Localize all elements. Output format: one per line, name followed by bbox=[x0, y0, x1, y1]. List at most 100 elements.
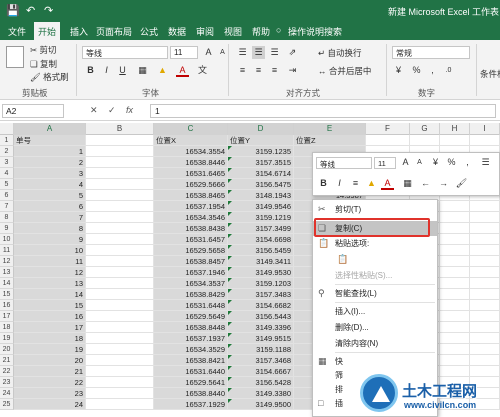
row-header[interactable]: 24 bbox=[0, 388, 14, 399]
cell-d-21[interactable]: 3157.3468 bbox=[228, 355, 294, 366]
number-format-combo[interactable]: 常规 bbox=[392, 46, 470, 59]
cell-b-21[interactable] bbox=[86, 355, 154, 366]
cell-c-17[interactable]: 16529.5649 bbox=[154, 311, 228, 322]
cell-a-19[interactable]: 18 bbox=[14, 333, 86, 344]
cell-b-13[interactable] bbox=[86, 267, 154, 278]
cell-b-6[interactable] bbox=[86, 190, 154, 201]
cell-h-15[interactable] bbox=[440, 289, 470, 300]
cell-b-17[interactable] bbox=[86, 311, 154, 322]
cell-c-22[interactable]: 16531.6440 bbox=[154, 366, 228, 377]
cell-c-19[interactable]: 16537.1937 bbox=[154, 333, 228, 344]
cell-h-18[interactable] bbox=[440, 322, 470, 333]
cell-a-7[interactable]: 6 bbox=[14, 201, 86, 212]
cell-a-11[interactable]: 10 bbox=[14, 245, 86, 256]
border-icon[interactable]: ▦ bbox=[401, 177, 414, 190]
cell-i-12[interactable] bbox=[470, 256, 500, 267]
cell-a-3[interactable]: 2 bbox=[14, 157, 86, 168]
align-center-icon[interactable]: ≡ bbox=[252, 64, 265, 77]
cell-d-22[interactable]: 3154.6667 bbox=[228, 366, 294, 377]
cell-b-14[interactable] bbox=[86, 278, 154, 289]
decrease-decimal-icon[interactable]: ← bbox=[419, 177, 432, 190]
cell-i-1[interactable] bbox=[470, 135, 500, 146]
enter-icon[interactable]: ✓ bbox=[108, 105, 116, 116]
cell-a-12[interactable]: 11 bbox=[14, 256, 86, 267]
cell-a-9[interactable]: 8 bbox=[14, 223, 86, 234]
cell-a-14[interactable]: 13 bbox=[14, 278, 86, 289]
cell-h-21[interactable] bbox=[440, 355, 470, 366]
font-color-icon[interactable]: A bbox=[176, 64, 189, 77]
undo-icon[interactable]: ↶ bbox=[26, 4, 35, 17]
cell-d-13[interactable]: 3149.9530 bbox=[228, 267, 294, 278]
italic-button[interactable]: I bbox=[100, 64, 113, 77]
tab-page-layout[interactable]: 页面布局 bbox=[92, 25, 136, 38]
underline-button[interactable]: U bbox=[116, 64, 129, 77]
bold-button[interactable]: B bbox=[84, 64, 97, 77]
cancel-icon[interactable]: ✕ bbox=[90, 105, 98, 116]
cell-a-20[interactable]: 19 bbox=[14, 344, 86, 355]
cell-c-24[interactable]: 16538.8440 bbox=[154, 388, 228, 399]
row-header[interactable]: 22 bbox=[0, 366, 14, 377]
column-header-h[interactable]: H bbox=[440, 123, 470, 135]
cell-d-11[interactable]: 3156.5459 bbox=[228, 245, 294, 256]
cell-a-22[interactable]: 21 bbox=[14, 366, 86, 377]
cell-g-1[interactable] bbox=[410, 135, 440, 146]
cell-c-20[interactable]: 16534.3529 bbox=[154, 344, 228, 355]
cell-d-14[interactable]: 3159.1203 bbox=[228, 278, 294, 289]
cell-b-23[interactable] bbox=[86, 377, 154, 388]
cell-c-4[interactable]: 16531.6465 bbox=[154, 168, 228, 179]
cell-b-11[interactable] bbox=[86, 245, 154, 256]
cell-a-15[interactable]: 14 bbox=[14, 289, 86, 300]
row-header[interactable]: 20 bbox=[0, 344, 14, 355]
cell-d-25[interactable]: 3149.9500 bbox=[228, 399, 294, 410]
italic-button[interactable]: I bbox=[333, 177, 346, 190]
increase-decimal-icon[interactable]: .0 bbox=[442, 64, 455, 77]
comma-icon[interactable]: , bbox=[426, 64, 439, 77]
cell-b-22[interactable] bbox=[86, 366, 154, 377]
cell-c-1[interactable]: 位置X bbox=[154, 135, 228, 146]
tab-file[interactable]: 文件 bbox=[4, 25, 30, 38]
cell-d-19[interactable]: 3149.9515 bbox=[228, 333, 294, 344]
cell-b-2[interactable] bbox=[86, 146, 154, 157]
cell-d-1[interactable]: 位置Y bbox=[228, 135, 294, 146]
cell-b-16[interactable] bbox=[86, 300, 154, 311]
cell-i-18[interactable] bbox=[470, 322, 500, 333]
row-header[interactable]: 8 bbox=[0, 212, 14, 223]
cell-d-15[interactable]: 3157.3483 bbox=[228, 289, 294, 300]
menu-item-delete[interactable]: 删除(D)... bbox=[313, 320, 437, 335]
font-size-combo[interactable]: 11 bbox=[170, 46, 198, 59]
align-center-icon[interactable]: ≡ bbox=[349, 177, 362, 190]
cell-i-19[interactable] bbox=[470, 333, 500, 344]
column-header-i[interactable]: I bbox=[470, 123, 500, 135]
row-header[interactable]: 9 bbox=[0, 223, 14, 234]
conditional-format-button[interactable]: 条件格式 bbox=[480, 68, 500, 80]
cell-c-2[interactable]: 16534.3554 bbox=[154, 146, 228, 157]
cell-b-12[interactable] bbox=[86, 256, 154, 267]
cell-a-1[interactable]: 单号 bbox=[14, 135, 86, 146]
cell-d-2[interactable]: 3159.1235 bbox=[228, 146, 294, 157]
cell-a-6[interactable]: 5 bbox=[14, 190, 86, 201]
row-header[interactable]: 2 bbox=[0, 146, 14, 157]
copy-button[interactable]: ❏ 复制 bbox=[30, 58, 57, 70]
cell-h-16[interactable] bbox=[440, 300, 470, 311]
row-header[interactable]: 25 bbox=[0, 399, 14, 410]
grow-font-icon[interactable]: A bbox=[399, 156, 412, 169]
row-header[interactable]: 21 bbox=[0, 355, 14, 366]
cell-c-9[interactable]: 16538.8438 bbox=[154, 223, 228, 234]
cell-a-8[interactable]: 7 bbox=[14, 212, 86, 223]
cell-a-2[interactable]: 1 bbox=[14, 146, 86, 157]
cell-b-18[interactable] bbox=[86, 322, 154, 333]
grow-font-icon[interactable]: A bbox=[202, 46, 215, 59]
cell-b-24[interactable] bbox=[86, 388, 154, 399]
cell-b-3[interactable] bbox=[86, 157, 154, 168]
cell-b-15[interactable] bbox=[86, 289, 154, 300]
row-header[interactable]: 14 bbox=[0, 278, 14, 289]
mini-size-combo[interactable]: 11 bbox=[374, 157, 396, 169]
cell-i-14[interactable] bbox=[470, 278, 500, 289]
cell-d-17[interactable]: 3156.5443 bbox=[228, 311, 294, 322]
row-header[interactable]: 7 bbox=[0, 201, 14, 212]
cell-a-13[interactable]: 12 bbox=[14, 267, 86, 278]
cell-d-12[interactable]: 3149.3411 bbox=[228, 256, 294, 267]
currency-icon[interactable]: ¥ bbox=[392, 64, 405, 77]
align-middle-icon[interactable]: ☰ bbox=[252, 46, 265, 59]
function-icon[interactable]: fx bbox=[126, 105, 133, 115]
